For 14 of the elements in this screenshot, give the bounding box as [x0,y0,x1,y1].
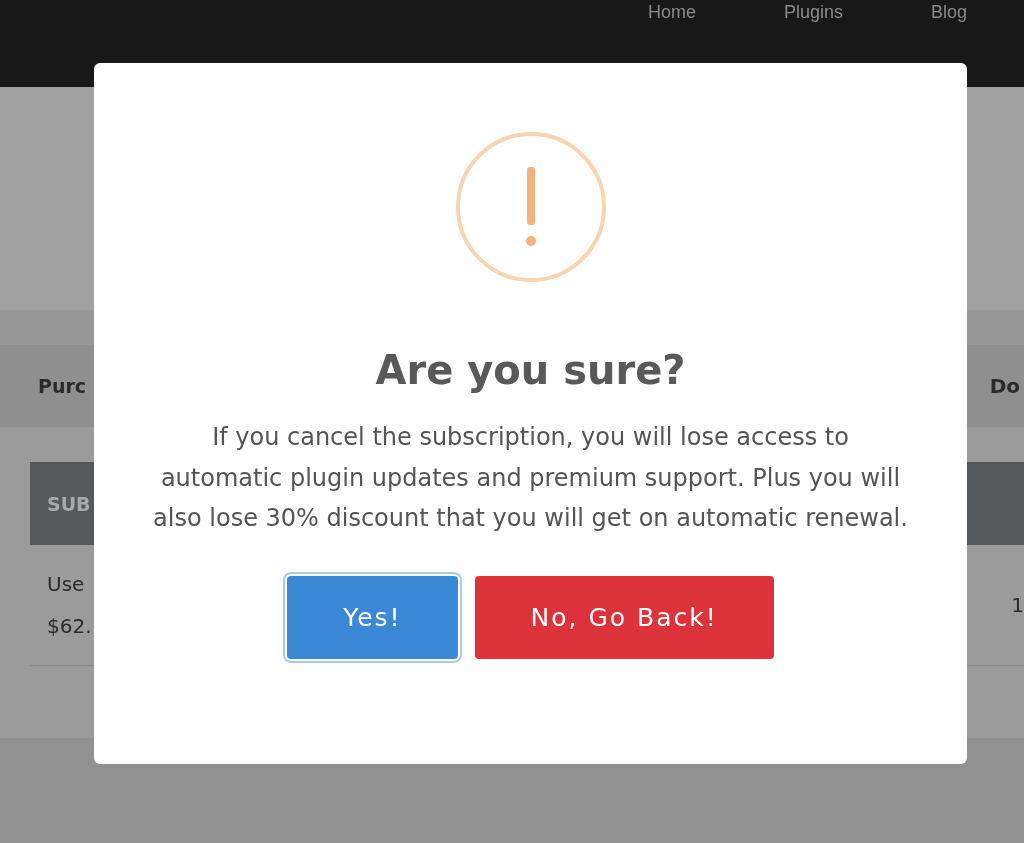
dialog-message: If you cancel the subscription, you will lose access to automatic plugin updates and premium support. Plus you will also lose 30% discount that you will get on automatic renewal. [152,422,909,534]
cancel-button[interactable]: No, Go Back! [474,575,774,659]
dialog-title: Are you sure? [375,347,686,393]
table-cell-text: 1 [1011,592,1024,619]
tab-label: Do [989,374,1021,398]
table-cell-text: Use [47,571,86,598]
warning-icon [454,131,607,283]
tab-label: Purc [38,374,87,399]
nav-link[interactable]: Plugins [784,2,844,23]
column-header: SUB [47,491,91,517]
nav-link[interactable]: Home [648,2,696,23]
nav-link[interactable]: Blog [931,2,968,23]
confirm-button[interactable]: Yes! [287,575,458,659]
table-cell-text: $62. [47,613,92,640]
